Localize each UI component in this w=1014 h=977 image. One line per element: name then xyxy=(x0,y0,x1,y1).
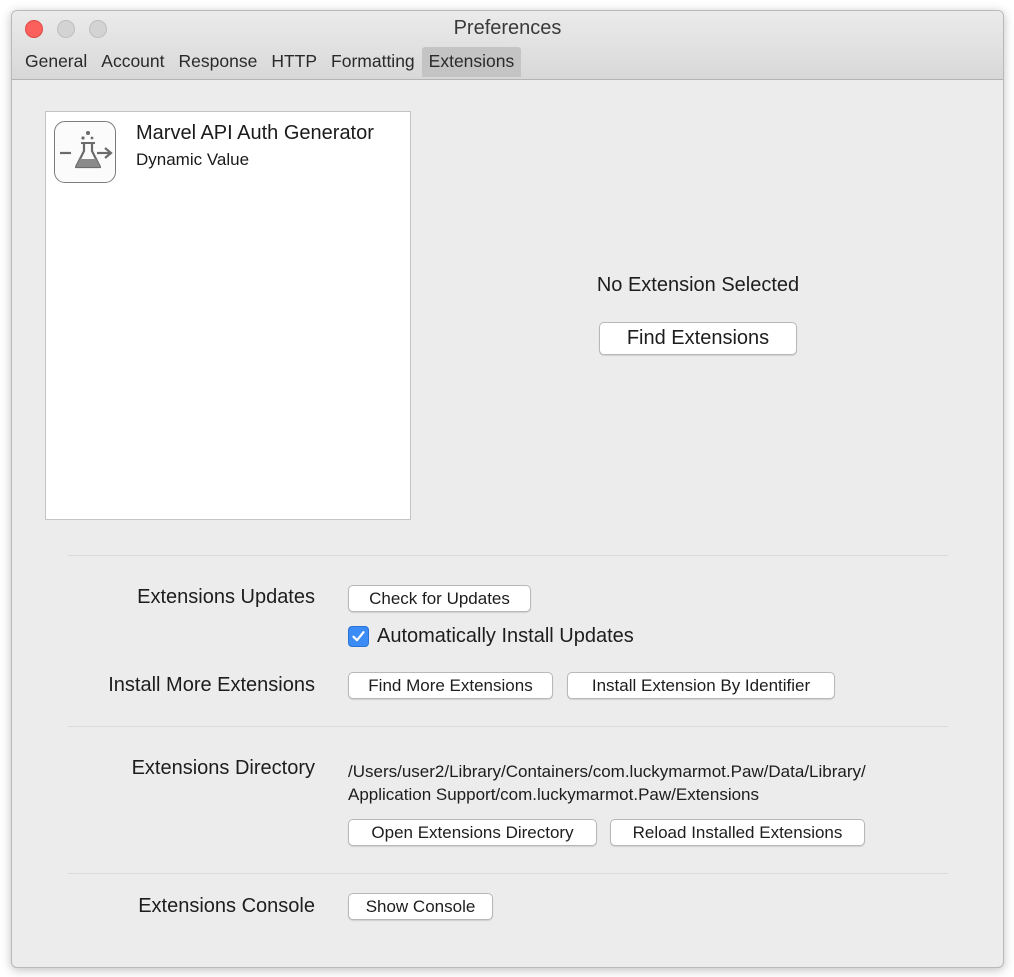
extensions-updates-label: Extensions Updates xyxy=(137,586,315,608)
find-more-extensions-button[interactable]: Find More Extensions xyxy=(348,672,553,699)
reload-installed-extensions-button[interactable]: Reload Installed Extensions xyxy=(610,819,865,846)
preferences-window: Preferences General Account Response HTT… xyxy=(11,10,1004,968)
preferences-tabs: General Account Response HTTP Formatting… xyxy=(18,47,522,77)
tab-extensions[interactable]: Extensions xyxy=(421,47,522,77)
auto-install-checkbox[interactable] xyxy=(348,626,369,647)
install-by-identifier-button[interactable]: Install Extension By Identifier xyxy=(567,672,835,699)
titlebar: Preferences General Account Response HTT… xyxy=(12,11,1003,80)
extensions-console-label: Extensions Console xyxy=(138,895,315,917)
no-extension-selected-message: No Extension Selected xyxy=(596,274,800,296)
tab-general[interactable]: General xyxy=(18,47,94,77)
list-item[interactable]: Marvel API Auth Generator Dynamic Value xyxy=(54,120,404,196)
auto-install-label[interactable]: Automatically Install Updates xyxy=(377,625,634,648)
tab-http[interactable]: HTTP xyxy=(264,47,324,77)
check-for-updates-button[interactable]: Check for Updates xyxy=(348,585,531,612)
window-title: Preferences xyxy=(453,17,562,39)
find-extensions-button[interactable]: Find Extensions xyxy=(599,322,797,355)
section-divider xyxy=(68,555,948,556)
checkmark-icon xyxy=(352,631,365,642)
directory-path-line: Application Support/com.luckymarmot.Paw/… xyxy=(348,785,760,804)
tab-account[interactable]: Account xyxy=(94,47,171,77)
extensions-directory-label: Extensions Directory xyxy=(131,757,315,779)
show-console-button[interactable]: Show Console xyxy=(348,893,493,920)
section-divider xyxy=(68,726,948,727)
install-more-extensions-label: Install More Extensions xyxy=(108,674,315,696)
open-extensions-directory-button[interactable]: Open Extensions Directory xyxy=(348,819,597,846)
extension-type: Dynamic Value xyxy=(136,150,250,169)
tab-response[interactable]: Response xyxy=(172,47,265,77)
flask-arrow-icon xyxy=(54,121,116,183)
directory-path-line: /Users/user2/Library/Containers/com.luck… xyxy=(348,762,866,781)
section-divider xyxy=(68,873,948,874)
tab-formatting[interactable]: Formatting xyxy=(324,47,422,77)
extensions-directory-path: /Users/user2/Library/Containers/com.luck… xyxy=(348,760,948,806)
extensions-list[interactable]: Marvel API Auth Generator Dynamic Value xyxy=(45,111,411,520)
extension-name: Marvel API Auth Generator xyxy=(136,122,374,144)
